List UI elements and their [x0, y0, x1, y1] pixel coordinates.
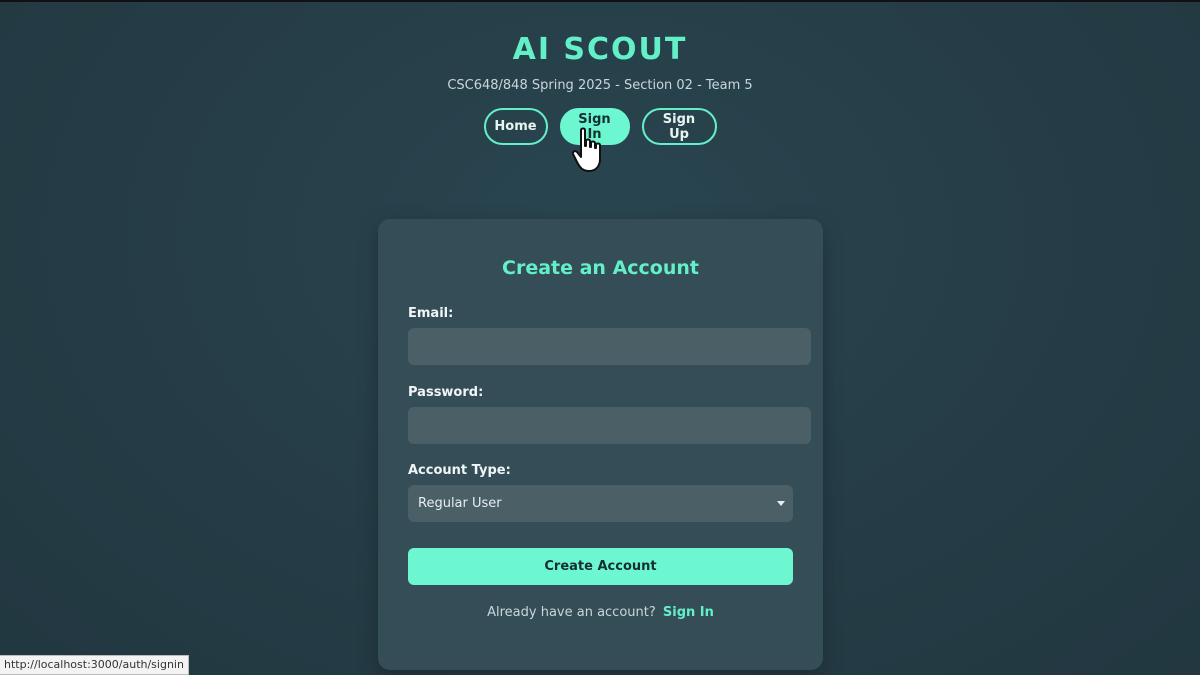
- pointer-hand-icon: [572, 127, 601, 172]
- password-label: Password:: [408, 385, 484, 400]
- email-input[interactable]: [408, 328, 811, 365]
- signin-prompt-text: Already have an account?: [487, 605, 656, 620]
- signin-prompt-row: Already have an account? Sign In: [378, 605, 823, 620]
- form-title: Create an Account: [502, 257, 699, 279]
- account-type-select[interactable]: Regular User: [408, 485, 793, 522]
- create-account-button[interactable]: Create Account: [408, 548, 793, 585]
- nav-sign-up-button[interactable]: Sign Up: [641, 108, 717, 145]
- password-input[interactable]: [408, 407, 811, 444]
- signin-link[interactable]: Sign In: [663, 605, 714, 620]
- app-title: AI SCOUT: [512, 32, 688, 67]
- browser-status-url: http://localhost:3000/auth/signin: [0, 655, 189, 675]
- account-type-label: Account Type:: [408, 463, 511, 478]
- nav-home-button[interactable]: Home: [483, 108, 548, 145]
- account-type-value: Regular User: [418, 496, 502, 511]
- app-subtitle: CSC648/848 Spring 2025 - Section 02 - Te…: [447, 78, 753, 93]
- signup-card: Create an Account Email: Password: Accou…: [378, 219, 823, 670]
- email-label: Email:: [408, 306, 454, 321]
- caret-down-icon: [777, 501, 785, 506]
